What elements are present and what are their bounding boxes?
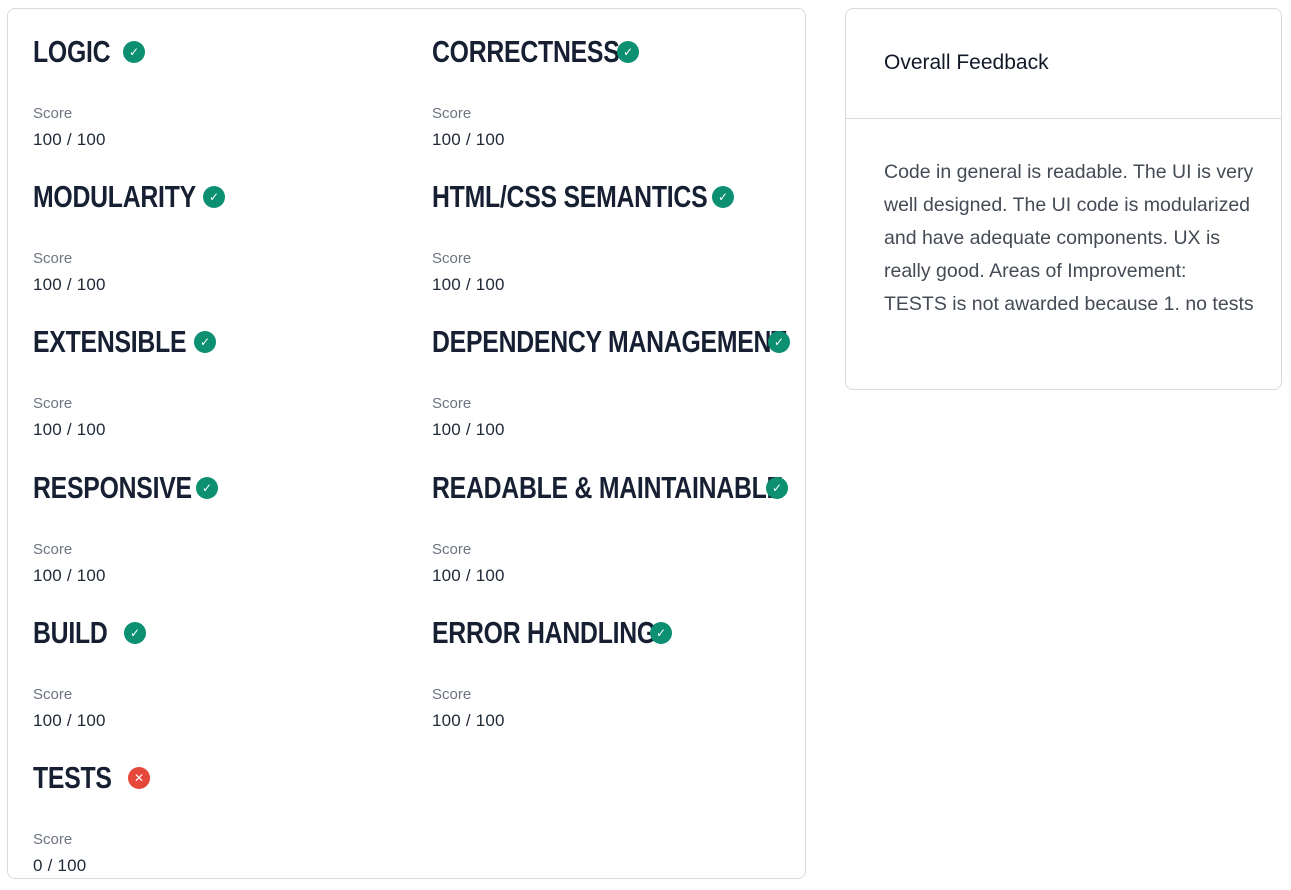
score-label: Score [432,250,472,267]
metric-title: CORRECTNESS [432,34,620,69]
check-icon: ✓ [768,331,790,353]
metric-title: HTML/CSS SEMANTICS [432,179,708,214]
metric-dependency-management: DEPENDENCY MANAGEMENT ✓ Score 100 / 100 [432,320,812,450]
score-value: 100 / 100 [33,566,106,585]
metric-readable-maintainable: READABLE & MAINTAINABLE ✓ Score 100 / 10… [432,466,812,596]
feedback-title: Overall Feedback [884,51,1049,74]
metric-modularity: MODULARITY ✓ Score 100 / 100 [33,175,413,305]
feedback-header: Overall Feedback [846,9,1281,119]
score-label: Score [33,395,73,412]
metric-title: LOGIC [33,34,111,69]
check-icon: ✓ [123,41,145,63]
score-label: Score [33,831,73,848]
metric-header: BUILD [33,611,126,655]
check-icon: ✓ [203,186,225,208]
scores-card: LOGIC ✓ Score 100 / 100 CORRECTNESS ✓ Sc… [7,8,806,879]
score-value: 100 / 100 [33,130,106,149]
metric-title: BUILD [33,615,108,650]
score-value: 100 / 100 [432,711,505,730]
metric-title: MODULARITY [33,179,196,214]
check-icon: ✓ [124,622,146,644]
metric-title: TESTS [33,760,112,795]
metric-header: READABLE & MAINTAINABLE [432,466,871,510]
metric-header: TESTS [33,756,131,800]
score-label: Score [432,395,472,412]
score-label: Score [33,541,73,558]
metric-build: BUILD ✓ Score 100 / 100 [33,611,413,741]
score-value: 100 / 100 [33,420,106,439]
metric-extensible: EXTENSIBLE ✓ Score 100 / 100 [33,320,413,450]
overall-feedback-card: Overall Feedback Code in general is read… [845,8,1282,390]
metric-title: ERROR HANDLING [432,615,656,650]
check-icon: ✓ [617,41,639,63]
check-icon: ✓ [196,477,218,499]
score-label: Score [33,105,73,122]
metric-title: DEPENDENCY MANAGEMENT [432,324,787,359]
metric-title: RESPONSIVE [33,470,192,505]
check-icon: ✓ [650,622,672,644]
score-label: Score [432,541,472,558]
score-value: 100 / 100 [432,566,505,585]
score-value: 100 / 100 [33,711,106,730]
score-label: Score [33,686,73,703]
metric-responsive: RESPONSIVE ✓ Score 100 / 100 [33,466,413,596]
metric-tests: TESTS ✕ Score 0 / 100 [33,756,413,886]
check-icon: ✓ [712,186,734,208]
cross-icon: ✕ [128,767,150,789]
metric-logic: LOGIC ✓ Score 100 / 100 [33,30,413,160]
score-label: Score [432,105,472,122]
score-label: Score [432,686,472,703]
metric-html-css-semantics: HTML/CSS SEMANTICS ✓ Score 100 / 100 [432,175,812,305]
score-value: 0 / 100 [33,856,87,875]
metric-header: LOGIC [33,30,130,74]
metric-title: READABLE & MAINTAINABLE [432,470,783,505]
score-value: 100 / 100 [432,420,505,439]
score-value: 100 / 100 [432,130,505,149]
check-icon: ✓ [766,477,788,499]
score-value: 100 / 100 [432,275,505,294]
metric-error-handling: ERROR HANDLING ✓ Score 100 / 100 [432,611,812,741]
metric-correctness: CORRECTNESS ✓ Score 100 / 100 [432,30,812,160]
score-value: 100 / 100 [33,275,106,294]
metric-title: EXTENSIBLE [33,324,187,359]
metric-header: DEPENDENCY MANAGEMENT [432,320,875,364]
check-icon: ✓ [194,331,216,353]
score-label: Score [33,250,73,267]
feedback-text: Code in general is readable. The UI is v… [884,161,1254,315]
